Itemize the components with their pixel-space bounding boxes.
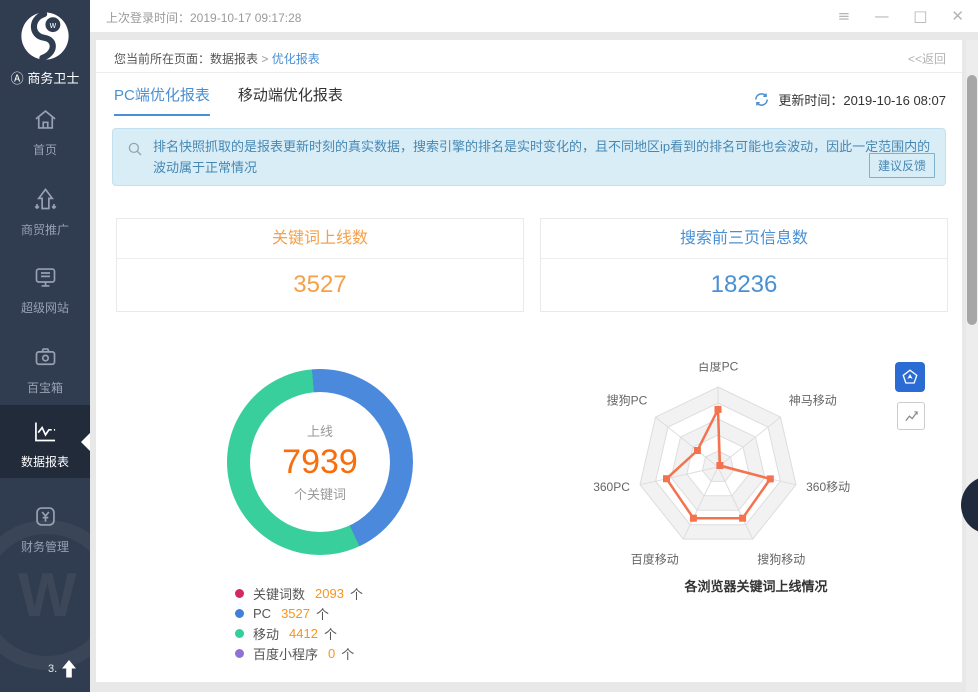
stat-card-value: 18236 <box>541 259 947 311</box>
promotion-arrows-icon <box>32 186 59 213</box>
finance-yen-icon <box>32 503 59 530</box>
notice-text: 排名快照抓取的是报表更新时刻的真实数据，搜索引擎的排名是实时变化的，且不同地区i… <box>153 136 941 178</box>
breadcrumb-section: 数据报表 <box>210 52 258 66</box>
donut-center: 上线 7939 个关键词 <box>250 392 390 532</box>
up-arrow-icon <box>61 660 77 678</box>
svg-text:360PC: 360PC <box>593 480 630 494</box>
donut-chart: 上线 7939 个关键词 <box>227 369 413 555</box>
legend-item-mobile[interactable]: 移动 4412 个 <box>235 623 363 643</box>
legend-item-pc[interactable]: PC 3527 个 <box>235 603 363 623</box>
qr-code-bubble[interactable] <box>961 476 978 534</box>
brand-logo-icon: w <box>17 8 73 64</box>
svg-text:神马移动: 神马移动 <box>789 394 837 408</box>
svg-text:搜狗移动: 搜狗移动 <box>757 551 805 566</box>
legend-item-keywords[interactable]: 关键词数 2093 个 <box>235 583 363 603</box>
divider <box>96 72 962 73</box>
search-icon <box>126 140 144 158</box>
stat-card-keywords-online: 关键词上线数 3527 <box>116 218 524 312</box>
sidebar-item-label: 商贸推广 <box>0 221 90 238</box>
sidebar-item-label: 数据报表 <box>0 453 90 470</box>
toolbox-icon <box>32 344 59 371</box>
back-link[interactable]: <<返回 <box>908 50 946 67</box>
watermark-letter: W <box>18 560 77 631</box>
refresh-icon[interactable] <box>753 91 770 108</box>
menu-icon[interactable]: ≡ <box>838 4 851 28</box>
monitor-icon <box>32 264 59 291</box>
legend-dot <box>235 629 244 638</box>
scrollbar-thumb[interactable] <box>967 75 977 325</box>
legend-dot <box>235 649 244 658</box>
breadcrumb: 您当前所在页面：数据报表 > 优化报表 <box>114 50 320 67</box>
last-login-text: 上次登录时间：2019-10-17 09:17:28 <box>106 9 301 26</box>
back-to-top[interactable]: 3. <box>48 660 77 678</box>
sidebar-item-label: 百宝箱 <box>0 379 90 396</box>
sidebar: W w Ⓐ 商务卫士 首页 商贸推广 超级网站 <box>0 0 90 692</box>
donut-center-value: 7939 <box>282 443 358 482</box>
home-icon <box>32 106 59 133</box>
sidebar-item-home[interactable]: 首页 <box>0 106 90 158</box>
sidebar-item-finance[interactable]: 财务管理 <box>0 503 90 555</box>
stat-card-title: 关键词上线数 <box>117 219 523 259</box>
tab-mobile-report[interactable]: 移动端优化报表 <box>238 84 343 116</box>
legend-dot <box>235 609 244 618</box>
line-view-button[interactable] <box>897 402 925 430</box>
svg-text:百度PC: 百度PC <box>698 362 739 374</box>
breadcrumb-prefix: 您当前所在页面： <box>114 52 210 66</box>
feedback-button[interactable]: 建议反馈 <box>869 153 935 178</box>
svg-text:百度移动: 百度移动 <box>631 551 679 566</box>
brand-name: Ⓐ 商务卫士 <box>0 68 90 87</box>
update-time-text: 更新时间：2019-10-16 08:07 <box>778 90 946 109</box>
breadcrumb-separator: > <box>261 52 268 66</box>
radar-view-button[interactable] <box>895 362 925 392</box>
update-time-row: 更新时间：2019-10-16 08:07 <box>753 90 946 109</box>
donut-center-bottom-label: 个关键词 <box>294 484 346 503</box>
legend-item-miniprogram[interactable]: 百度小程序 0 个 <box>235 643 363 663</box>
chart-report-icon <box>32 418 59 445</box>
close-icon[interactable]: ✕ <box>951 4 964 28</box>
svg-text:搜狗PC: 搜狗PC <box>607 393 648 408</box>
stat-card-title: 搜索前三页信息数 <box>541 219 947 259</box>
minimize-icon[interactable]: — <box>874 4 889 28</box>
breadcrumb-current[interactable]: 优化报表 <box>272 52 320 66</box>
sidebar-item-label: 超级网站 <box>0 299 90 316</box>
sidebar-item-label: 首页 <box>0 141 90 158</box>
sidebar-item-website[interactable]: 超级网站 <box>0 264 90 316</box>
sidebar-item-promotion[interactable]: 商贸推广 <box>0 186 90 238</box>
svg-text:360移动: 360移动 <box>806 480 850 494</box>
report-tabs: PC端优化报表 移动端优化报表 <box>114 84 343 116</box>
radar-pentagon-icon <box>901 368 919 386</box>
sidebar-bottom-text: 3. <box>48 663 57 675</box>
tab-pc-report[interactable]: PC端优化报表 <box>114 84 210 116</box>
sidebar-item-label: 财务管理 <box>0 538 90 555</box>
sidebar-item-data-report[interactable]: 数据报表 <box>0 405 90 478</box>
active-item-caret <box>81 433 90 451</box>
maximize-icon[interactable]: □ <box>913 4 927 28</box>
brand-badge-icon: Ⓐ <box>11 71 24 86</box>
radar-caption: 各浏览器关键词上线情况 <box>576 576 936 595</box>
donut-center-top-label: 上线 <box>307 421 333 440</box>
radar-chart: 百度PC 神马移动 360移动搜狗移动 百度移动 360PC 搜狗PC <box>560 362 880 577</box>
svg-text:w: w <box>49 20 57 30</box>
window-controls: ≡ — □ ✕ <box>838 4 964 28</box>
sidebar-item-toolbox[interactable]: 百宝箱 <box>0 344 90 396</box>
titlebar: 上次登录时间：2019-10-17 09:17:28 ≡ — □ ✕ <box>90 0 978 32</box>
line-chart-icon <box>903 408 920 425</box>
stat-card-value: 3527 <box>117 259 523 311</box>
legend-dot <box>235 589 244 598</box>
stat-card-top3-info: 搜索前三页信息数 18236 <box>540 218 948 312</box>
donut-legend: 关键词数 2093 个 PC 3527 个 移动 4412 个 百度小程序 0 … <box>235 583 363 663</box>
app-window: 上次登录时间：2019-10-17 09:17:28 ≡ — □ ✕ W w Ⓐ… <box>0 0 978 692</box>
notice-banner: 排名快照抓取的是报表更新时刻的真实数据，搜索引擎的排名是实时变化的，且不同地区i… <box>112 128 946 186</box>
main-panel: 您当前所在页面：数据报表 > 优化报表 <<返回 PC端优化报表 移动端优化报表… <box>96 40 962 682</box>
